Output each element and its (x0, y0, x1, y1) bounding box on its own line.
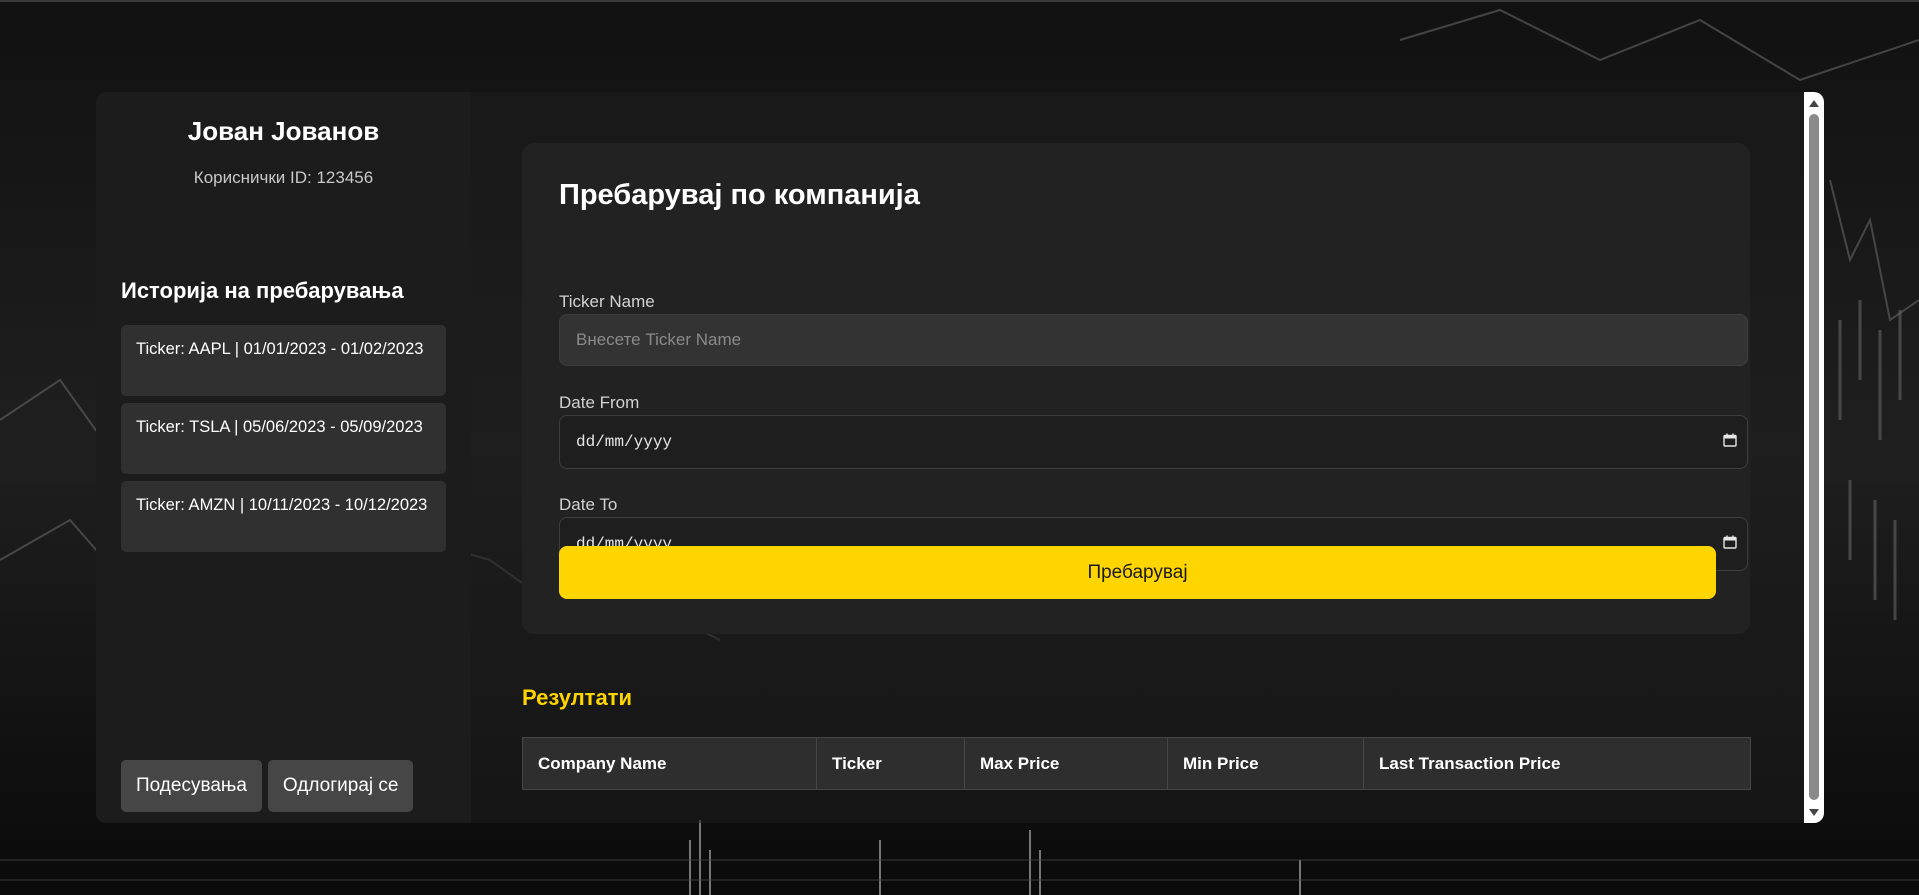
top-border (0, 0, 1919, 2)
history-title: Историја на пребарувања (121, 278, 404, 303)
app-window: Јован Јованов Кориснички ID: 123456 Исто… (96, 92, 1824, 823)
settings-button[interactable]: Подесувања (121, 760, 262, 812)
calendar-icon[interactable] (1723, 433, 1737, 447)
scroll-thumb[interactable] (1809, 114, 1819, 800)
chevron-down-icon (1809, 808, 1819, 816)
calendar-icon[interactable] (1723, 535, 1737, 549)
chevron-up-icon (1809, 99, 1819, 107)
ticker-input[interactable] (559, 314, 1748, 366)
history-list: Ticker: AAPL | 01/01/2023 - 01/02/2023 T… (121, 325, 446, 559)
results-title: Резултати (522, 685, 632, 710)
column-header-company-name: Company Name (522, 737, 817, 790)
sidebar-actions: Подесувања Одлогирај се (121, 760, 414, 812)
column-header-max-price: Max Price (964, 737, 1168, 790)
column-header-ticker: Ticker (816, 737, 965, 790)
history-item[interactable]: Ticker: AAPL | 01/01/2023 - 01/02/2023 (121, 325, 446, 396)
search-button[interactable]: Пребарувај (559, 546, 1716, 599)
scroll-up-button[interactable] (1804, 94, 1824, 112)
sidebar: Јован Јованов Кориснички ID: 123456 Исто… (96, 92, 471, 823)
date-to-label: Date To (559, 495, 618, 514)
column-header-last-transaction-price: Last Transaction Price (1363, 737, 1751, 790)
logout-button[interactable]: Одлогирај се (267, 760, 414, 812)
results-table: Company Name Ticker Max Price Min Price … (522, 737, 1751, 790)
scroll-down-button[interactable] (1804, 803, 1824, 821)
user-name: Јован Јованов (187, 116, 380, 146)
column-header-min-price: Min Price (1167, 737, 1364, 790)
date-from-label: Date From (559, 393, 640, 412)
history-item[interactable]: Ticker: TSLA | 05/06/2023 - 05/09/2023 (121, 403, 446, 474)
history-item[interactable]: Ticker: AMZN | 10/11/2023 - 10/12/2023 (121, 481, 446, 552)
ticker-label: Ticker Name (559, 292, 655, 311)
user-id: Кориснички ID: 123456 (193, 168, 374, 187)
date-from-value: dd/mm/yyyy (576, 433, 673, 451)
search-form-card: Пребарувај по компанија Ticker Name Date… (522, 143, 1750, 634)
table-header-row: Company Name Ticker Max Price Min Price … (522, 737, 1751, 790)
date-from-field[interactable]: dd/mm/yyyy (559, 415, 1748, 469)
vertical-scrollbar[interactable] (1804, 92, 1824, 823)
search-title: Пребарувај по компанија (559, 179, 920, 211)
